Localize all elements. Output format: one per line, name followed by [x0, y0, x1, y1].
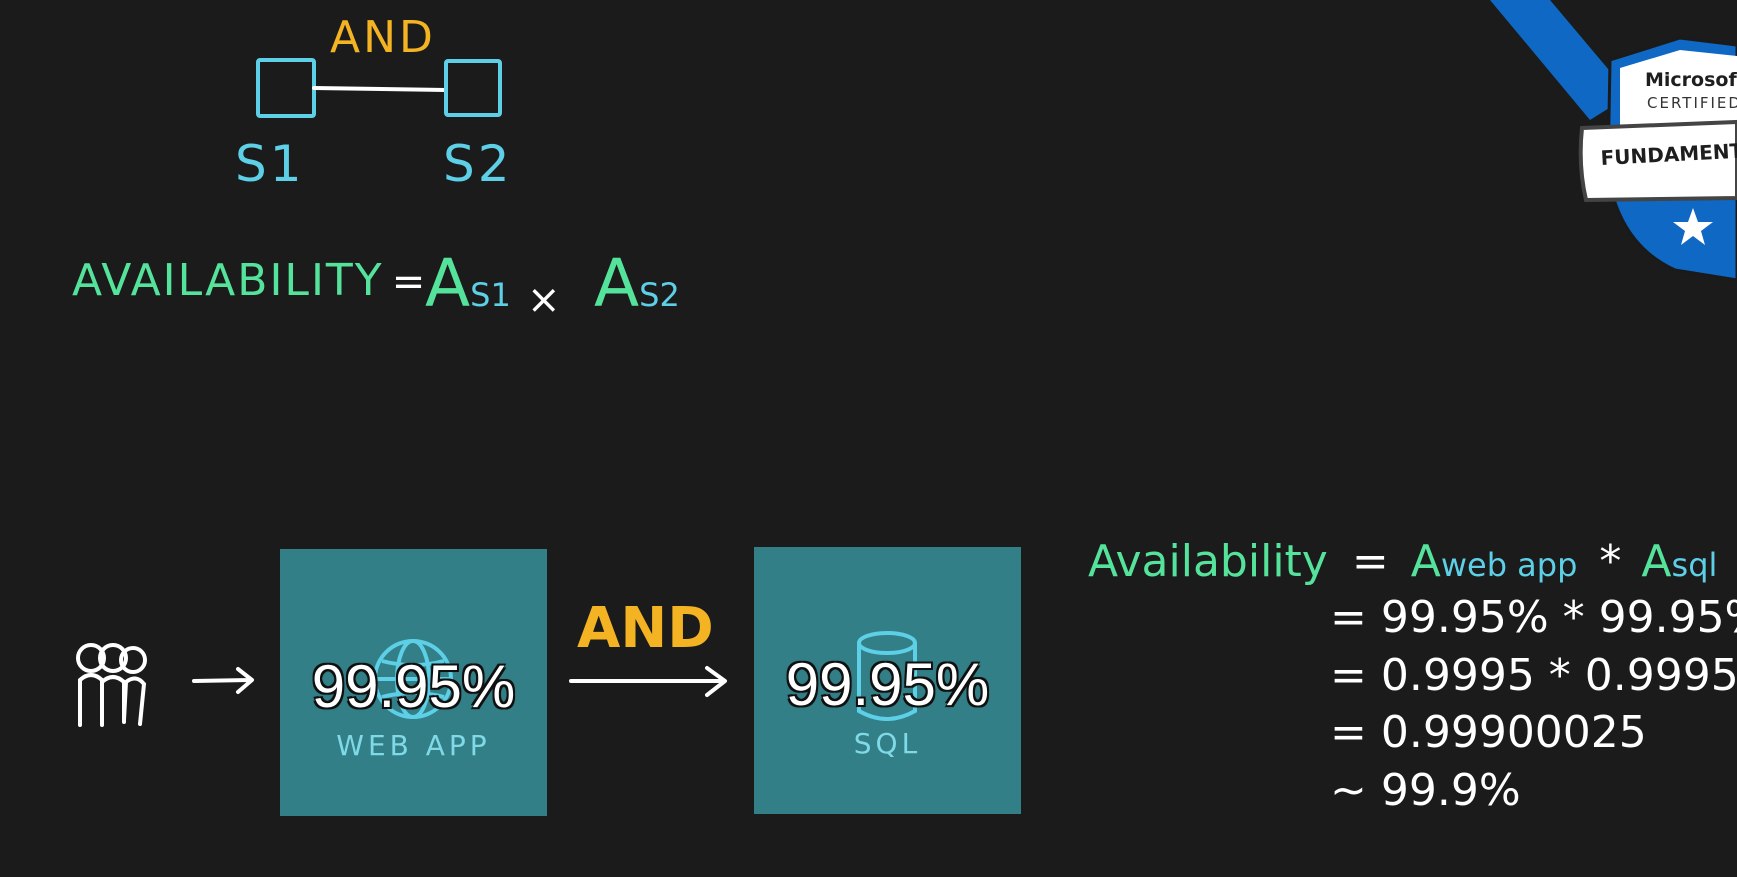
bottom-and-label: AND [577, 596, 714, 661]
users-icon [76, 643, 147, 727]
sql-label: SQL [853, 727, 922, 760]
a-s1-main: A [425, 245, 471, 322]
calc-a-sql-sub: sql [1671, 546, 1718, 584]
calc-availability-label: Availability [1088, 536, 1328, 587]
s1-s2-link-diagram [256, 58, 502, 118]
calc-line-4: ~ 99.9% [1330, 765, 1521, 816]
a-s2-term: AS2 [594, 245, 680, 322]
s2-label: S2 [443, 135, 513, 193]
s1-label: S1 [235, 135, 305, 193]
formula-equals: = [391, 259, 429, 305]
calc-multiply: * [1599, 536, 1622, 587]
sql-availability-value: 99.95% [785, 651, 990, 718]
a-s1-sub: S1 [470, 276, 511, 314]
calc-a-web-app: Aweb app [1411, 536, 1578, 587]
arrow-to-web-app [192, 667, 254, 694]
times-sign: × [527, 277, 561, 323]
sql-box: 99.95% SQL [754, 547, 1021, 814]
s2-node-box [444, 59, 502, 117]
certification-badge: Microsoft CERTIFIED FUNDAMENTALS [1490, 0, 1737, 282]
calc-a-sql-main: A [1641, 536, 1672, 587]
badge-microsoft-text: Microsoft [1645, 69, 1737, 91]
calc-line-1: = 99.95% * 99.95% [1330, 592, 1737, 643]
calc-line-2: = 0.9995 * 0.9995 [1330, 650, 1737, 701]
web-app-availability-value: 99.95% [311, 653, 516, 720]
web-app-label: WEB APP [336, 729, 491, 762]
a-s2-sub: S2 [639, 276, 680, 314]
badge-certified-text: CERTIFIED [1647, 94, 1737, 112]
availability-formula: AVAILABILITY = [72, 255, 428, 306]
a-s2-main: A [594, 245, 640, 322]
calc-a-web-app-sub: web app [1440, 546, 1578, 584]
s1-node-box [256, 58, 316, 118]
web-app-box: 99.95% WEB APP [280, 549, 547, 816]
calc-a-sql: Asql [1641, 536, 1717, 587]
s1-s2-connector [312, 86, 448, 92]
calc-equals: = [1351, 536, 1389, 587]
arrow-to-sql [569, 666, 727, 697]
calc-line-3: = 0.99900025 [1330, 707, 1647, 758]
availability-word: AVAILABILITY [72, 255, 384, 306]
calc-header-line: Availability = Aweb app * Asql [1088, 536, 1717, 587]
a-s1-term: AS1 [425, 245, 511, 322]
calc-a-web-app-main: A [1410, 536, 1441, 587]
